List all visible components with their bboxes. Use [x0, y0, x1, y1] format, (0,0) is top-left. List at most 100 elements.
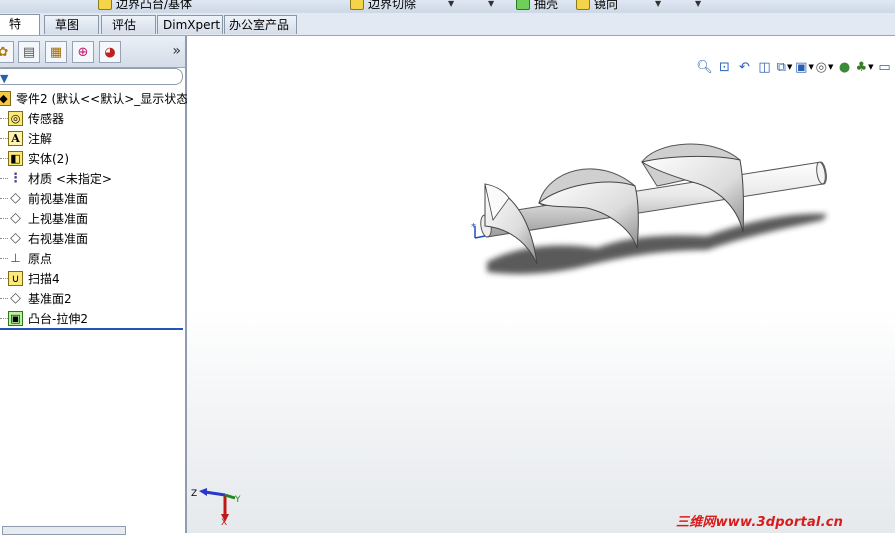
- tree-root-label: 零件2 (默认<<默认>_显示状态: [16, 91, 189, 106]
- tree-connector: [0, 277, 8, 279]
- tree-item-label: 扫描4: [28, 271, 60, 286]
- sensor-icon: ◎: [8, 110, 23, 126]
- tab-features[interactable]: 特征: [0, 14, 40, 50]
- tree-item-label: 前视基准面: [28, 191, 89, 206]
- tab-dimxpert[interactable]: DimXpert: [157, 15, 223, 34]
- dropdown-caret-icon[interactable]: ▼: [695, 0, 701, 8]
- boundary-boss-button[interactable]: 边界凸台/基体: [98, 0, 192, 11]
- more-tabs-button[interactable]: »: [172, 43, 181, 59]
- tree-connector: [0, 257, 8, 259]
- tree-connector: [0, 177, 8, 179]
- dropdown-caret-icon[interactable]: ▼: [655, 0, 661, 8]
- tree-item-label: 基准面2: [28, 291, 72, 306]
- tree-item-label: 上视基准面: [28, 211, 89, 226]
- watermark: 三维网www.3dportal.cn: [676, 515, 844, 530]
- shell-label: 抽壳: [534, 0, 559, 11]
- tree-connector: [0, 317, 8, 319]
- reference-triad: Z X Y: [191, 488, 241, 528]
- command-manager-tabs: 特征 草图 评估 DimXpert 办公室产品: [0, 13, 895, 50]
- property-manager-icon: ▤: [22, 44, 36, 60]
- tree-item-label: 实体(2): [28, 151, 69, 166]
- dimxpert-manager-tab[interactable]: ⊕: [72, 41, 94, 63]
- mirror-icon: [576, 0, 590, 10]
- tree-item-right-plane[interactable]: ◇ 右视基准面: [0, 228, 88, 248]
- plane-icon: ◇: [10, 190, 21, 206]
- feature-manager-icon: ✿: [0, 44, 9, 60]
- dimxpert-manager-icon: ⊕: [77, 44, 89, 60]
- display-manager-tab[interactable]: ◕: [99, 41, 121, 63]
- tree-connector: [0, 137, 8, 139]
- plane-icon: ◇: [10, 210, 21, 226]
- feature-manager-tab[interactable]: ✿: [0, 41, 14, 63]
- tree-item-label: 注解: [28, 131, 53, 146]
- triad-x-label: X: [221, 518, 227, 528]
- tree-item-sweep4[interactable]: ∪ 扫描4: [0, 268, 60, 288]
- feature-manager-panel: ✿ ▤ ▦ ⊕ ◕ » ▼ ◆ 零件2 (默认<<默认>_显示状态 ◎ 传感器 …: [0, 36, 188, 535]
- tab-office-products[interactable]: 办公室产品: [224, 15, 297, 34]
- tree-item-solid-bodies[interactable]: ◧ 实体(2): [0, 148, 69, 168]
- rollback-bar[interactable]: [0, 328, 183, 330]
- tree-item-label: 材质 <未指定>: [28, 171, 112, 186]
- origin-icon: ⊥: [10, 251, 21, 265]
- boundary-cut-label: 边界切除: [368, 0, 417, 11]
- tree-item-label: 传感器: [28, 111, 65, 126]
- extrude-boss-icon: ▣: [8, 310, 23, 326]
- mirror-button[interactable]: 镜向: [576, 0, 618, 11]
- dropdown-caret-icon[interactable]: ▼: [448, 0, 454, 8]
- tree-item-annotations[interactable]: A 注解: [0, 128, 52, 148]
- more-tabs-label: »: [172, 43, 181, 59]
- tree-item-boss-extrude2[interactable]: ▣ 凸台-拉伸2: [0, 308, 88, 328]
- mirror-label: 镜向: [594, 0, 619, 11]
- panel-toolbar: ✿ ▤ ▦ ⊕ ◕ »: [0, 36, 185, 68]
- boundary-boss-label: 边界凸台/基体: [116, 0, 193, 11]
- command-strip: 边界凸台/基体 ▼ ▼ 边界切除 抽壳 镜向 ▼ ▼: [0, 0, 895, 13]
- material-icon: ⋮: [9, 170, 22, 186]
- tree-connector: [0, 297, 8, 299]
- configuration-manager-tab[interactable]: ▦: [45, 41, 67, 63]
- part-model[interactable]: *: [187, 36, 895, 533]
- dropdown-caret-icon[interactable]: ▼: [488, 0, 494, 8]
- tree-connector: [0, 217, 8, 219]
- tree-item-material[interactable]: ⋮ 材质 <未指定>: [0, 168, 112, 188]
- origin-marker-symbol: *: [471, 222, 476, 233]
- solid-bodies-icon: ◧: [8, 150, 23, 166]
- tree-item-origin[interactable]: ⊥ 原点: [0, 248, 52, 268]
- horizontal-scrollbar[interactable]: [2, 526, 126, 535]
- tree-connector: [0, 117, 8, 119]
- part-icon: ◆: [0, 90, 11, 106]
- triad-z-label: Z: [191, 489, 197, 499]
- boundary-cut-icon: [350, 0, 364, 10]
- tree-connector: [0, 157, 8, 159]
- tree-connector: [0, 197, 8, 199]
- tree-item-top-plane[interactable]: ◇ 上视基准面: [0, 208, 88, 228]
- tree-connector: [0, 237, 8, 239]
- sweep-icon: ∪: [8, 270, 23, 286]
- tree-item-front-plane[interactable]: ◇ 前视基准面: [0, 188, 88, 208]
- boundary-boss-icon: [98, 0, 112, 10]
- tree-item-plane2[interactable]: ◇ 基准面2: [0, 288, 72, 308]
- shell-button[interactable]: 抽壳: [516, 0, 558, 11]
- filter-icon: ▼: [0, 72, 9, 85]
- triad-y-label: Y: [234, 495, 241, 505]
- tab-label: DimXpert: [163, 18, 221, 32]
- tree-root-part[interactable]: ◆ 零件2 (默认<<默认>_显示状态: [0, 88, 188, 108]
- graphics-area[interactable]: 🔍︎ ⊡ ↶ ◫ ⧉ ▼ ▣ ▼ ◎ ▼ ● ♣ ▼ ▭ *: [187, 36, 895, 533]
- tab-evaluate[interactable]: 评估: [101, 15, 156, 34]
- property-manager-tab[interactable]: ▤: [18, 41, 40, 63]
- feature-tree-filter[interactable]: [0, 68, 183, 85]
- tree-item-label: 原点: [28, 251, 53, 266]
- tab-label: 草图: [55, 18, 80, 32]
- display-manager-icon: ◕: [104, 44, 116, 60]
- plane-icon: ◇: [10, 230, 21, 246]
- plane-icon: ◇: [10, 290, 21, 306]
- boundary-cut-button[interactable]: 边界切除: [350, 0, 416, 11]
- shell-icon: [516, 0, 530, 10]
- tree-item-label: 凸台-拉伸2: [28, 311, 88, 326]
- annotations-icon: A: [8, 130, 23, 146]
- tab-label: 办公室产品: [229, 18, 290, 32]
- configuration-manager-icon: ▦: [49, 44, 63, 60]
- tree-item-label: 右视基准面: [28, 231, 89, 246]
- tab-label: 评估: [112, 18, 137, 32]
- tab-sketch[interactable]: 草图: [44, 15, 99, 34]
- tree-item-sensors[interactable]: ◎ 传感器: [0, 108, 64, 128]
